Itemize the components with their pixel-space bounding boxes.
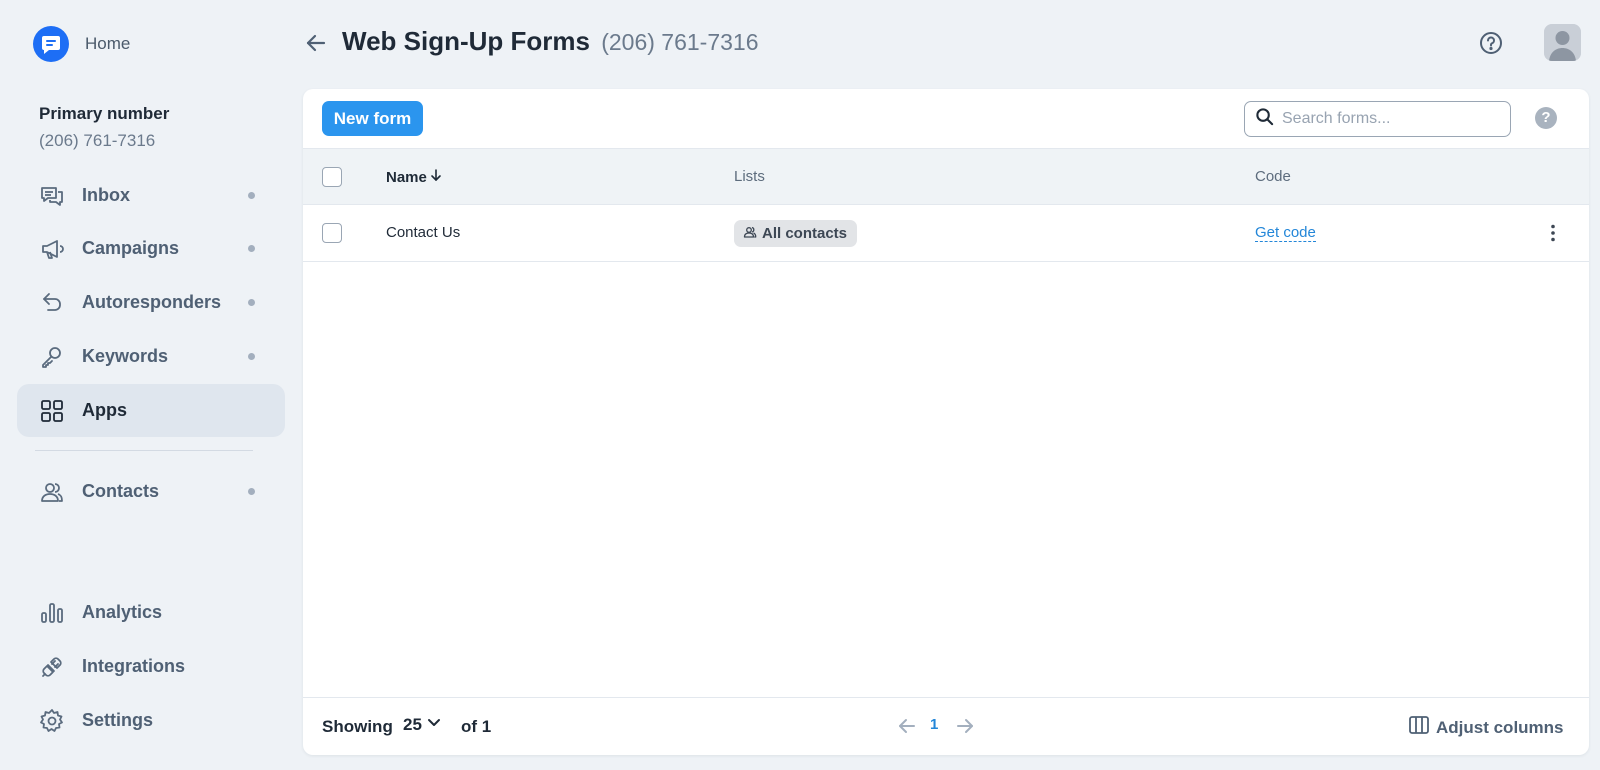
sidebar-item-label: Analytics xyxy=(82,602,163,622)
page-title-text: Web Sign-Up Forms xyxy=(342,26,590,56)
current-page-number[interactable]: 1 xyxy=(930,716,938,733)
table-header: Name Lists Code xyxy=(303,148,1589,205)
sidebar-item-contacts[interactable]: Contacts xyxy=(17,465,285,518)
sidebar-item-campaigns[interactable]: Campaigns xyxy=(17,222,285,275)
brand-logo-icon xyxy=(33,26,69,62)
search-icon xyxy=(1255,107,1274,131)
home-label: Home xyxy=(85,34,131,53)
sidebar-divider xyxy=(35,450,253,451)
indicator-dot xyxy=(248,353,255,360)
sidebar-item-label: Campaigns xyxy=(82,238,180,258)
indicator-dot xyxy=(248,488,255,495)
primary-number-block: Primary number (206) 761-7316 xyxy=(39,104,169,151)
reply-arrow-icon xyxy=(38,289,66,317)
column-header-code: Code xyxy=(1255,168,1291,185)
back-arrow-icon[interactable] xyxy=(303,30,329,56)
chevron-down-icon xyxy=(426,714,442,735)
list-badge-label: All contacts xyxy=(762,225,848,242)
primary-number-value: (206) 761-7316 xyxy=(39,131,156,150)
sidebar-item-label: Keywords xyxy=(82,346,169,366)
sidebar-item-autoresponders[interactable]: Autoresponders xyxy=(17,276,285,329)
sidebar-item-label: Settings xyxy=(82,710,154,730)
gear-icon xyxy=(38,707,66,735)
columns-icon xyxy=(1408,714,1430,741)
key-icon xyxy=(38,343,66,371)
list-badge: All contacts xyxy=(734,220,858,247)
megaphone-icon xyxy=(38,235,66,263)
page-subtitle: (206) 761-7316 xyxy=(601,29,759,55)
sort-down-arrow-icon xyxy=(429,168,443,186)
home-link[interactable]: Home xyxy=(33,26,130,62)
search-box[interactable] xyxy=(1244,101,1511,137)
sidebar-item-label: Integrations xyxy=(82,656,186,676)
bar-chart-icon xyxy=(38,599,66,627)
sidebar-item-label: Inbox xyxy=(82,185,130,205)
form-name: Contact Us xyxy=(386,224,461,241)
sidebar-item-apps[interactable]: Apps xyxy=(17,384,285,437)
new-form-button[interactable]: New form xyxy=(322,101,423,136)
forms-card: New form ? Name Lists Code Contact Us Al… xyxy=(303,89,1589,755)
get-code-link[interactable]: Get code xyxy=(1255,224,1316,242)
sidebar-item-settings[interactable]: Settings xyxy=(17,694,285,747)
plug-icon xyxy=(38,653,66,681)
sidebar: Home Primary number (206) 761-7316 Inbox… xyxy=(0,0,296,770)
sidebar-item-analytics[interactable]: Analytics xyxy=(17,586,285,639)
primary-number-title: Primary number xyxy=(39,104,170,123)
sidebar-item-label: Apps xyxy=(82,400,127,420)
column-header-label: Name xyxy=(386,168,427,186)
chat-bubbles-icon xyxy=(38,182,66,210)
indicator-dot xyxy=(248,245,255,252)
sidebar-item-keywords[interactable]: Keywords xyxy=(17,330,285,383)
contacts-icon xyxy=(38,478,66,506)
indicator-dot xyxy=(248,192,255,199)
page-size-value: 25 xyxy=(403,714,422,734)
help-icon[interactable]: ? xyxy=(1535,107,1557,129)
row-checkbox[interactable] xyxy=(322,223,342,243)
prev-page-arrow-icon[interactable] xyxy=(896,715,918,737)
select-all-checkbox[interactable] xyxy=(322,167,342,187)
help-circle-icon[interactable] xyxy=(1478,30,1504,56)
search-input[interactable] xyxy=(1282,110,1502,128)
page-size-select[interactable]: 25 xyxy=(403,714,442,735)
next-page-arrow-icon[interactable] xyxy=(954,715,976,737)
column-header-name[interactable]: Name xyxy=(386,168,443,186)
more-options-icon[interactable] xyxy=(1543,223,1563,243)
column-header-lists: Lists xyxy=(734,168,765,185)
sidebar-item-label: Contacts xyxy=(82,481,160,501)
contacts-icon xyxy=(743,225,757,243)
table-footer: Showing 25 of 1 1 Adjust columns xyxy=(303,697,1589,755)
page-count: of 1 xyxy=(461,717,492,736)
sidebar-item-integrations[interactable]: Integrations xyxy=(17,640,285,693)
avatar[interactable] xyxy=(1544,24,1581,61)
sidebar-item-inbox[interactable]: Inbox xyxy=(17,169,285,222)
adjust-columns-button[interactable]: Adjust columns xyxy=(1408,714,1564,741)
adjust-columns-label: Adjust columns xyxy=(1436,717,1564,737)
page-title: Web Sign-Up Forms (206) 761-7316 xyxy=(342,26,759,57)
sidebar-item-label: Autoresponders xyxy=(82,292,222,312)
indicator-dot xyxy=(248,299,255,306)
showing-label: Showing xyxy=(322,717,393,736)
table-row[interactable]: Contact Us All contacts Get code xyxy=(303,205,1589,262)
grid-icon xyxy=(38,397,66,425)
